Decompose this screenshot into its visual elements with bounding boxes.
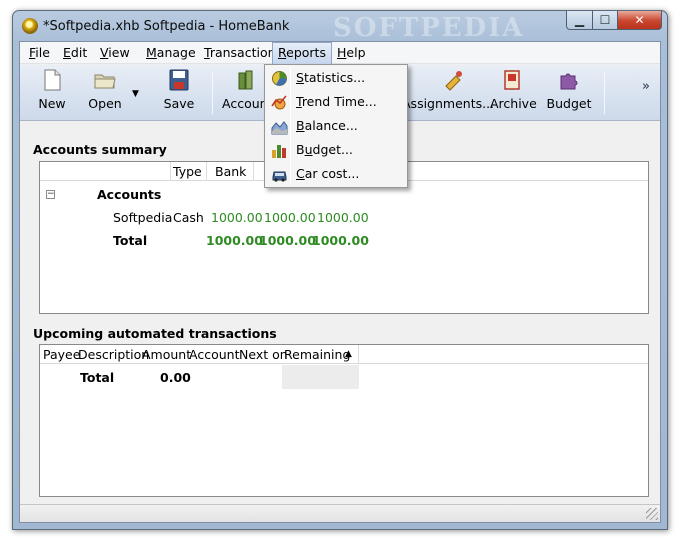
- assignments-icon: [444, 71, 462, 91]
- upcoming-total-amount: 0.00: [160, 370, 191, 385]
- toolbar-overflow-chevron-icon[interactable]: »: [642, 79, 650, 94]
- upcoming-transactions-table[interactable]: Payee Description Amount Account Next on…: [39, 344, 649, 497]
- budget-button[interactable]: Budget: [544, 67, 594, 119]
- menu-item-car-cost[interactable]: Car cost...: [267, 163, 405, 185]
- column-divider: [358, 345, 359, 364]
- open-folder-icon: [94, 74, 116, 89]
- account-bank-balance: 1000.00: [211, 210, 263, 225]
- budget-puzzle-icon: [560, 73, 578, 90]
- column-header-type[interactable]: Type: [173, 162, 202, 181]
- save-button[interactable]: Save: [158, 67, 200, 119]
- menu-item-balance-label: Balance...: [296, 118, 358, 133]
- column-divider: [170, 162, 171, 181]
- close-button[interactable]: ✕: [618, 11, 662, 30]
- maximize-button[interactable]: ☐: [593, 11, 618, 30]
- menu-item-trend-time[interactable]: Trend Time...: [267, 91, 405, 113]
- save-floppy-icon: [169, 69, 189, 91]
- menu-item-statistics-label: Statistics...: [296, 70, 366, 85]
- new-label: New: [38, 96, 66, 111]
- total-bank: 1000.00: [206, 233, 263, 248]
- column-header-bank[interactable]: Bank: [215, 162, 246, 181]
- softpedia-watermark: SOFTPEDIA: [333, 13, 525, 43]
- account-type: Cash: [173, 210, 204, 225]
- maximize-icon: ☐: [599, 13, 611, 27]
- upcoming-table-header: Payee Description Amount Account Next on…: [40, 345, 648, 364]
- menu-edit[interactable]: Edit: [58, 42, 92, 64]
- column-header-remaining[interactable]: Remaining: [284, 345, 350, 364]
- column-header-amount[interactable]: Amount: [142, 345, 191, 364]
- toolbar-separator: [604, 72, 605, 114]
- status-bar: [20, 504, 660, 522]
- menu-item-car-cost-label: Car cost...: [296, 166, 360, 181]
- accounts-group-label: Accounts: [97, 187, 162, 202]
- new-button[interactable]: New: [34, 67, 70, 119]
- menu-item-balance[interactable]: Balance...: [267, 115, 405, 137]
- toolbar-separator: [212, 72, 213, 114]
- archive-button[interactable]: Archive: [490, 67, 537, 119]
- assignments-label: Assignments...: [402, 96, 495, 111]
- archive-label: Archive: [490, 96, 537, 111]
- assignments-button[interactable]: Assignments...: [402, 67, 495, 119]
- close-icon: ✕: [634, 13, 645, 27]
- upcoming-total-label: Total: [80, 370, 115, 385]
- account-future-balance: 1000.00: [317, 210, 369, 225]
- open-label: Open: [88, 96, 122, 111]
- menu-file[interactable]: File: [24, 42, 55, 64]
- homebank-app-icon: [22, 18, 38, 34]
- menu-item-trend-time-label: Trend Time...: [296, 94, 377, 109]
- bar-chart-icon: [272, 145, 286, 158]
- column-header-payee[interactable]: Payee: [43, 345, 80, 364]
- total-today: 1000.00: [259, 233, 316, 248]
- resize-grip-icon[interactable]: [646, 508, 658, 520]
- column-header-description[interactable]: Description: [78, 345, 149, 364]
- minimize-icon: ▁: [574, 13, 585, 27]
- column-divider: [253, 162, 254, 181]
- accounts-icon: [238, 70, 253, 90]
- column-header-next-on[interactable]: Next on: [239, 345, 288, 364]
- menu-item-statistics[interactable]: Statistics...: [267, 67, 405, 89]
- menu-view[interactable]: View: [95, 42, 135, 64]
- menu-item-budget-label: Budget...: [296, 142, 353, 157]
- window-title: *Softpedia.xhb Softpedia - HomeBank: [43, 19, 290, 34]
- budget-label: Budget: [546, 96, 592, 111]
- account-name: Softpedia: [113, 210, 173, 225]
- minimize-button[interactable]: ▁: [566, 11, 593, 30]
- menu-reports[interactable]: Reports: [272, 42, 332, 64]
- remaining-cell-background: [282, 365, 359, 389]
- total-label: Total: [113, 233, 148, 248]
- reports-dropdown-menu: Statistics... Trend Time... Balance... B…: [264, 64, 408, 188]
- account-today-balance: 1000.00: [264, 210, 316, 225]
- menu-bar: File Edit View Manage Transactions Repor…: [20, 42, 660, 64]
- accounts-summary-title: Accounts summary: [33, 142, 167, 157]
- menu-help[interactable]: Help: [332, 42, 371, 64]
- save-label: Save: [163, 96, 195, 111]
- new-document-icon: [44, 69, 61, 91]
- open-dropdown-arrow[interactable]: ▼: [132, 90, 142, 99]
- title-bar[interactable]: *Softpedia.xhb Softpedia - HomeBank SOFT…: [13, 11, 667, 43]
- upcoming-title: Upcoming automated transactions: [33, 326, 277, 341]
- open-button[interactable]: Open: [82, 67, 128, 119]
- car-icon: [272, 171, 287, 182]
- total-future: 1000.00: [312, 233, 369, 248]
- menu-item-budget[interactable]: Budget...: [267, 139, 405, 161]
- column-header-account[interactable]: Account: [189, 345, 239, 364]
- sort-ascending-icon: ▲: [345, 349, 352, 359]
- menu-manage[interactable]: Manage: [141, 42, 201, 64]
- trend-icon: [271, 95, 287, 110]
- area-chart-icon: [271, 121, 288, 135]
- archive-icon: [504, 70, 520, 90]
- column-divider: [206, 162, 207, 181]
- pie-chart-icon: [272, 71, 287, 86]
- collapse-expander-icon[interactable]: −: [46, 190, 55, 199]
